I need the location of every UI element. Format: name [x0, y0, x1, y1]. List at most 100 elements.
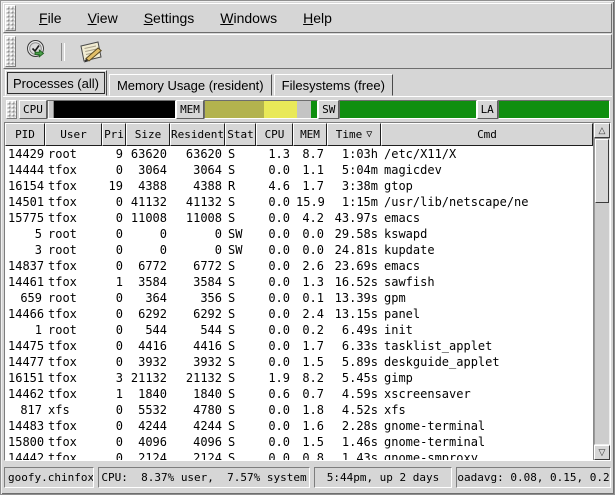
vertical-scrollbar[interactable]: △ ▽ [593, 123, 610, 460]
cell-cpu: 0.0 [256, 338, 293, 354]
meter-bar [204, 100, 318, 119]
cell-time: 23.69s [327, 258, 381, 274]
meter-label: MEM [176, 100, 204, 119]
cell-pid: 1 [5, 322, 45, 338]
menu-item[interactable]: Help [290, 7, 345, 29]
meter-la: LA [477, 100, 610, 119]
cell-pid: 16154 [5, 178, 45, 194]
cell-pri: 0 [102, 354, 126, 370]
cell-time: 24.81s [327, 242, 381, 258]
cell-pid: 14466 [5, 306, 45, 322]
process-table: PID User Pri Size Resident Stat CPU MEM … [4, 122, 611, 461]
cell-cmd: /usr/lib/netscape/ne [381, 194, 593, 210]
sort-indicator-icon: ▽ [366, 129, 372, 140]
cell-cmd: emacs [381, 210, 593, 226]
process-row[interactable]: 3root000SW0.00.024.81skupdate [5, 242, 593, 258]
column-header-cmd[interactable]: Cmd [381, 123, 593, 146]
cell-time: 2.28s [327, 418, 381, 434]
process-row[interactable]: 14442tfox021242124S0.00.81.43sgnome-smpr… [5, 450, 593, 460]
process-row[interactable]: 14444tfox030643064S0.01.15:04mmagicdev [5, 162, 593, 178]
cell-pri: 0 [102, 418, 126, 434]
process-row[interactable]: 15775tfox01100811008S0.04.243.97semacs [5, 210, 593, 226]
column-header-resident[interactable]: Resident [170, 123, 225, 146]
column-header-size[interactable]: Size [126, 123, 170, 146]
cell-cpu: 0.0 [256, 402, 293, 418]
cell-mem: 0.2 [293, 322, 327, 338]
cell-cmd: gtop [381, 178, 593, 194]
cell-mem: 1.7 [293, 338, 327, 354]
cell-resident: 21132 [170, 370, 225, 386]
menu-item[interactable]: View [75, 7, 131, 29]
cell-time: 1.46s [327, 434, 381, 450]
cell-resident: 3064 [170, 162, 225, 178]
column-header-label: Time [336, 128, 363, 141]
cell-user: tfox [45, 370, 102, 386]
cell-stat: S [225, 194, 256, 210]
column-header-user[interactable]: User [45, 123, 102, 146]
tab-memory-usage-resident[interactable]: Memory Usage (resident) [109, 74, 272, 96]
process-row[interactable]: 16154tfox1943884388R4.61.73:38mgtop [5, 178, 593, 194]
column-header-label: User [60, 128, 87, 141]
edit-memo-button[interactable] [74, 37, 108, 67]
menu-item[interactable]: Settings [131, 7, 208, 29]
menu-item[interactable]: Windows [207, 7, 290, 29]
scrollbar-track[interactable] [594, 138, 610, 445]
process-row[interactable]: 14501tfox04113241132S0.015.91:15m/usr/li… [5, 194, 593, 210]
process-row[interactable]: 14475tfox044164416S0.01.76.33stasklist_a… [5, 338, 593, 354]
cell-mem: 1.6 [293, 418, 327, 434]
cell-size: 11008 [126, 210, 170, 226]
meters-grip-handle[interactable] [6, 100, 17, 119]
scrollbar-thumb[interactable] [595, 139, 609, 203]
process-row[interactable]: 14429root96362063620S1.38.71:03h/etc/X11… [5, 146, 593, 162]
process-row[interactable]: 1root0544544S0.00.26.49sinit [5, 322, 593, 338]
cell-pid: 14462 [5, 386, 45, 402]
cell-resident: 4388 [170, 178, 225, 194]
column-header-stat[interactable]: Stat [225, 123, 256, 146]
cell-cpu: 0.6 [256, 386, 293, 402]
cell-cmd: deskguide_applet [381, 354, 593, 370]
cell-resident: 4096 [170, 434, 225, 450]
run-program-button[interactable] [22, 37, 54, 67]
cell-stat: S [225, 386, 256, 402]
cell-pid: 659 [5, 290, 45, 306]
process-row[interactable]: 14466tfox062926292S0.02.413.15spanel [5, 306, 593, 322]
process-row[interactable]: 14461tfox135843584S0.01.316.52ssawfish [5, 274, 593, 290]
process-row[interactable]: 16151tfox32113221132S1.98.25.45sgimp [5, 370, 593, 386]
column-header-mem[interactable]: MEM [293, 123, 327, 146]
menu-item[interactable]: File [26, 7, 75, 29]
cell-cpu: 0.0 [256, 434, 293, 450]
column-header-pri[interactable]: Pri [102, 123, 126, 146]
cell-pid: 817 [5, 402, 45, 418]
process-row[interactable]: 15800tfox040964096S0.01.51.46sgnome-term… [5, 434, 593, 450]
cell-cmd: panel [381, 306, 593, 322]
process-row[interactable]: 659root0364356S0.00.113.39sgpm [5, 290, 593, 306]
process-row[interactable]: 14837tfox067726772S0.02.623.69semacs [5, 258, 593, 274]
cell-resident: 4780 [170, 402, 225, 418]
column-header-cpu[interactable]: CPU [256, 123, 293, 146]
process-row[interactable]: 14483tfox042444244S0.01.62.28sgnome-term… [5, 418, 593, 434]
cell-mem: 1.5 [293, 354, 327, 370]
column-header-time[interactable]: Time ▽ [327, 123, 381, 146]
status-panel-2: 5:44pm, up 2 days [314, 467, 452, 488]
toolbar-grip-handle[interactable] [5, 36, 16, 67]
process-row[interactable]: 14477tfox039323932S0.01.55.89sdeskguide_… [5, 354, 593, 370]
cell-pid: 14442 [5, 450, 45, 460]
column-header-pid[interactable]: PID [5, 123, 45, 146]
tab-processes-all[interactable]: Processes (all) [5, 70, 107, 96]
process-row[interactable]: 817xfs055324780S0.01.84.52sxfs [5, 402, 593, 418]
cell-cmd: gnome-terminal [381, 434, 593, 450]
cell-user: xfs [45, 402, 102, 418]
cell-mem: 1.1 [293, 162, 327, 178]
process-row[interactable]: 5root000SW0.00.029.58skswapd [5, 226, 593, 242]
process-row[interactable]: 14462tfox118401840S0.60.74.59sxscreensav… [5, 386, 593, 402]
cell-stat: S [225, 290, 256, 306]
tab-filesystems-free[interactable]: Filesystems (free) [274, 74, 393, 96]
menubar-grip-handle[interactable] [5, 5, 16, 31]
cell-pri: 0 [102, 322, 126, 338]
cell-resident: 4416 [170, 338, 225, 354]
up-arrow-icon: △ [599, 125, 606, 135]
scroll-up-button[interactable]: △ [594, 123, 610, 138]
cell-cmd: /etc/X11/X [381, 146, 593, 162]
cell-stat: S [225, 354, 256, 370]
scroll-down-button[interactable]: ▽ [594, 445, 610, 460]
